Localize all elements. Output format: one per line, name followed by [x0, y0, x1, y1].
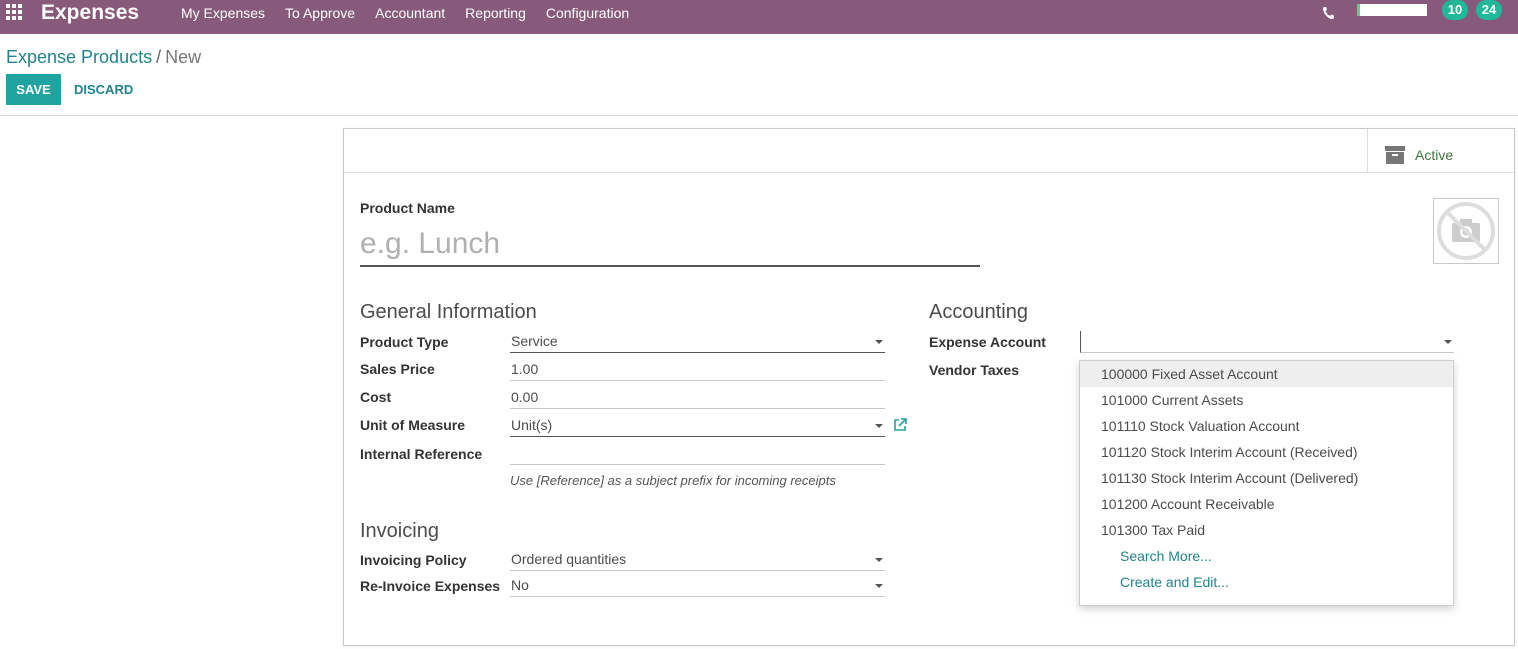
internal-reference-label: Internal Reference: [360, 446, 483, 462]
dropdown-option[interactable]: 100000 Fixed Asset Account: [1080, 361, 1453, 387]
app-title[interactable]: Expenses: [41, 0, 139, 26]
unit-of-measure-select[interactable]: Unit(s): [510, 415, 885, 437]
dropdown-option[interactable]: 101120 Stock Interim Account (Received): [1080, 439, 1453, 465]
active-toggle-button[interactable]: Active: [1367, 129, 1514, 173]
main-menu: My Expenses To Approve Accountant Report…: [181, 0, 649, 26]
cost-input[interactable]: 0.00: [510, 387, 885, 409]
external-link-icon[interactable]: [893, 418, 907, 432]
activity-badge[interactable]: 10: [1442, 0, 1468, 20]
dropdown-option[interactable]: 101110 Stock Valuation Account: [1080, 413, 1453, 439]
archive-icon: [1385, 146, 1405, 164]
product-name-label: Product Name: [360, 200, 455, 216]
product-name-input[interactable]: [360, 223, 980, 267]
no-camera-icon: [1437, 202, 1495, 260]
cost-label: Cost: [360, 389, 392, 405]
reinvoice-expenses-select[interactable]: No: [510, 575, 885, 597]
breadcrumb: Expense Products / New: [6, 46, 201, 68]
breadcrumb-parent[interactable]: Expense Products: [6, 47, 152, 67]
control-panel-divider: [0, 115, 1518, 116]
create-and-edit-link[interactable]: Create and Edit...: [1080, 569, 1453, 595]
expense-account-dropdown: 100000 Fixed Asset Account 101000 Curren…: [1079, 360, 1454, 606]
internal-reference-hint: Use [Reference] as a subject prefix for …: [510, 473, 836, 488]
dropdown-option[interactable]: 101000 Current Assets: [1080, 387, 1453, 413]
messages-badge[interactable]: 24: [1476, 0, 1502, 20]
vendor-taxes-label: Vendor Taxes: [929, 362, 1020, 378]
breadcrumb-separator: /: [156, 47, 162, 67]
discard-button[interactable]: DISCARD: [66, 74, 141, 105]
invoicing-policy-select[interactable]: Ordered quantities: [510, 549, 885, 571]
invoicing-heading: Invoicing: [360, 520, 439, 542]
sheet-button-box: Active: [344, 129, 1514, 173]
unit-of-measure-label: Unit of Measure: [360, 417, 466, 433]
product-type-select[interactable]: Service: [510, 331, 885, 353]
dropdown-option[interactable]: 101200 Account Receivable: [1080, 491, 1453, 517]
product-image-field[interactable]: [1433, 198, 1499, 264]
menu-accountant[interactable]: Accountant: [375, 0, 445, 26]
menu-my-expenses[interactable]: My Expenses: [181, 0, 265, 26]
status-bar[interactable]: [1357, 4, 1427, 16]
menu-reporting[interactable]: Reporting: [465, 0, 526, 26]
breadcrumb-current: New: [165, 47, 202, 67]
expense-account-input[interactable]: [1080, 331, 1454, 353]
internal-reference-input[interactable]: [510, 443, 885, 465]
accounting-heading: Accounting: [929, 301, 1028, 323]
reinvoice-expenses-label: Re-Invoice Expenses: [360, 578, 501, 594]
phone-icon[interactable]: [1322, 6, 1334, 20]
menu-to-approve[interactable]: To Approve: [285, 0, 355, 26]
product-type-label: Product Type: [360, 334, 449, 350]
apps-grid-icon[interactable]: [6, 4, 22, 20]
save-button[interactable]: SAVE: [6, 74, 61, 105]
expense-account-label: Expense Account: [929, 334, 1046, 350]
invoicing-policy-label: Invoicing Policy: [360, 552, 467, 568]
menu-configuration[interactable]: Configuration: [546, 0, 629, 26]
sales-price-label: Sales Price: [360, 361, 435, 377]
active-label: Active: [1415, 147, 1454, 163]
dropdown-option[interactable]: 101300 Tax Paid: [1080, 517, 1453, 543]
dropdown-option[interactable]: 101130 Stock Interim Account (Delivered): [1080, 465, 1453, 491]
top-navbar: Expenses My Expenses To Approve Accounta…: [0, 0, 1518, 34]
general-information-heading: General Information: [360, 301, 537, 323]
sales-price-input[interactable]: 1.00: [510, 359, 885, 381]
search-more-link[interactable]: Search More...: [1080, 543, 1453, 569]
